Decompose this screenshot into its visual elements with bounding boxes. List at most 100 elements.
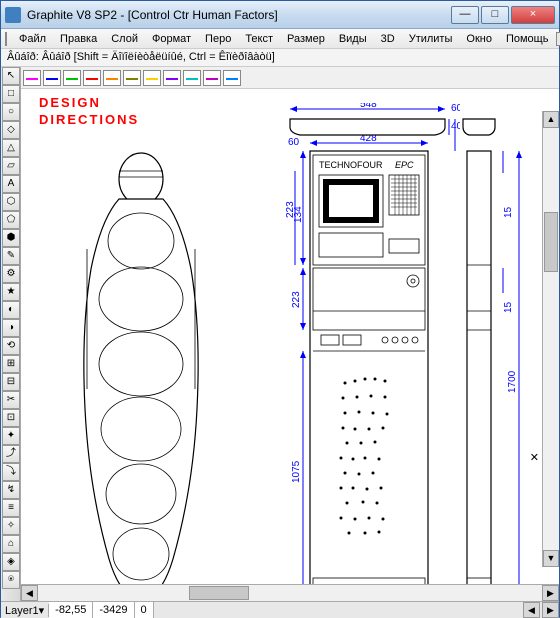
menu-help[interactable]: Помощь: [500, 31, 555, 47]
tool-button-27[interactable]: ◈: [2, 553, 20, 571]
svg-text:548: 548: [360, 103, 377, 110]
design-line2: DIRECTIONS: [39, 112, 139, 127]
tool-button-13[interactable]: ◐: [2, 301, 20, 319]
window-title: Graphite V8 SP2 - [Control Ctr Human Fac…: [27, 8, 451, 22]
titlebar[interactable]: Graphite V8 SP2 - [Control Ctr Human Fac…: [1, 1, 559, 29]
svg-text:TECHNOFOUR: TECHNOFOUR: [319, 160, 383, 170]
human-figure: [51, 149, 231, 584]
pen-swatch-1[interactable]: [43, 70, 61, 86]
menu-views[interactable]: Виды: [333, 31, 373, 47]
menu-window[interactable]: Окно: [460, 31, 498, 47]
hscroll-track[interactable]: [38, 585, 542, 601]
document-icon[interactable]: [5, 32, 7, 46]
tool-button-18[interactable]: ✂: [2, 391, 20, 409]
svg-text:15: 15: [503, 301, 514, 313]
mdi-minimize-button[interactable]: _: [556, 32, 560, 46]
scroll-right-button[interactable]: ▶: [542, 585, 559, 601]
menubar: Файл Правка Слой Формат Перо Текст Разме…: [1, 29, 559, 49]
scroll-end-right[interactable]: ▶: [542, 602, 559, 618]
main-area: ↖□○◇△▱A⬡⬠⬢✎⚙★◐◑⟲⊞⊟✂⊡✦⤴⤵↯≡✧⌂◈⍟ DESIGN DIR…: [1, 67, 559, 601]
tool-button-10[interactable]: ✎: [2, 247, 20, 265]
tool-button-28[interactable]: ⍟: [2, 571, 20, 589]
tool-button-25[interactable]: ✧: [2, 517, 20, 535]
tool-button-0[interactable]: ↖: [2, 67, 20, 85]
drawing-canvas[interactable]: DESIGN DIRECTIONS: [21, 89, 559, 584]
tool-button-26[interactable]: ⌂: [2, 535, 20, 553]
tool-button-8[interactable]: ⬠: [2, 211, 20, 229]
tool-button-3[interactable]: ◇: [2, 121, 20, 139]
scroll-left-button[interactable]: ◀: [21, 585, 38, 601]
pen-swatch-3[interactable]: [83, 70, 101, 86]
vscroll-track[interactable]: [543, 128, 559, 550]
menu-file[interactable]: Файл: [13, 31, 52, 47]
coord-y: -3429: [93, 602, 134, 618]
maximize-button[interactable]: □: [481, 6, 509, 24]
minimize-button[interactable]: —: [451, 6, 479, 24]
tool-button-6[interactable]: A: [2, 175, 20, 193]
coord-x: -82,55: [49, 602, 93, 618]
pen-swatch-7[interactable]: [163, 70, 181, 86]
design-label: DESIGN DIRECTIONS: [39, 95, 139, 129]
pen-swatch-2[interactable]: [63, 70, 81, 86]
tool-button-20[interactable]: ✦: [2, 427, 20, 445]
tool-button-23[interactable]: ↯: [2, 481, 20, 499]
design-line1: DESIGN: [39, 95, 139, 110]
canvas-marker: ✕: [530, 451, 539, 464]
svg-text:60: 60: [288, 137, 300, 148]
window-buttons: — □ ×: [451, 6, 555, 24]
menu-utilities[interactable]: Утилиты: [403, 31, 459, 47]
hint-bar: Âûáîð: Âûáîð [Shift = Äîïîëíèòåëüíûé, Ct…: [1, 49, 559, 67]
tool-button-11[interactable]: ⚙: [2, 265, 20, 283]
menu-format[interactable]: Формат: [146, 31, 197, 47]
scroll-up-button[interactable]: ▲: [543, 111, 559, 128]
hscroll-thumb[interactable]: [189, 586, 249, 600]
vscroll-thumb[interactable]: [544, 212, 558, 272]
canvas-wrap: DESIGN DIRECTIONS: [21, 67, 559, 601]
kiosk-side-view: 15 15 1700: [459, 103, 541, 584]
vertical-scrollbar: ▲ ▼: [542, 111, 559, 567]
svg-text:223: 223: [291, 291, 302, 308]
mdi-buttons: _ ❐ ×: [556, 32, 560, 46]
tool-button-7[interactable]: ⬡: [2, 193, 20, 211]
menu-text[interactable]: Текст: [239, 31, 279, 47]
svg-text:134: 134: [293, 206, 304, 223]
menu-edit[interactable]: Правка: [54, 31, 103, 47]
tool-button-12[interactable]: ★: [2, 283, 20, 301]
svg-text:EPC: EPC: [395, 160, 414, 170]
tool-button-22[interactable]: ⤵: [2, 463, 20, 481]
svg-text:15: 15: [503, 206, 514, 218]
menu-layer[interactable]: Слой: [105, 31, 144, 47]
pen-swatch-0[interactable]: [23, 70, 41, 86]
scroll-end-left[interactable]: ◀: [523, 602, 540, 618]
menu-3d[interactable]: 3D: [375, 31, 401, 47]
coord-z: 0: [135, 602, 154, 618]
pen-swatch-4[interactable]: [103, 70, 121, 86]
tool-button-2[interactable]: ○: [2, 103, 20, 121]
pen-swatch-5[interactable]: [123, 70, 141, 86]
tool-button-5[interactable]: ▱: [2, 157, 20, 175]
tool-button-4[interactable]: △: [2, 139, 20, 157]
tool-button-15[interactable]: ⟲: [2, 337, 20, 355]
menu-pen[interactable]: Перо: [199, 31, 237, 47]
layer-selector[interactable]: Layer1▾: [1, 604, 49, 617]
pen-swatch-9[interactable]: [203, 70, 221, 86]
menu-size[interactable]: Размер: [281, 31, 331, 47]
tool-button-9[interactable]: ⬢: [2, 229, 20, 247]
status-bar: Layer1▾ -82,55 -3429 0 ◀ ▶: [1, 601, 559, 618]
tool-button-24[interactable]: ≡: [2, 499, 20, 517]
tool-button-17[interactable]: ⊟: [2, 373, 20, 391]
pen-swatch-6[interactable]: [143, 70, 161, 86]
horizontal-scrollbar: ◀ ▶: [21, 584, 559, 601]
tool-palette: ↖□○◇△▱A⬡⬠⬢✎⚙★◐◑⟲⊞⊟✂⊡✦⤴⤵↯≡✧⌂◈⍟: [1, 67, 21, 601]
pen-swatch-10[interactable]: [223, 70, 241, 86]
close-button[interactable]: ×: [511, 6, 555, 24]
app-window: Graphite V8 SP2 - [Control Ctr Human Fac…: [0, 0, 560, 617]
scroll-down-button[interactable]: ▼: [543, 550, 559, 567]
tool-button-19[interactable]: ⊡: [2, 409, 20, 427]
tool-button-14[interactable]: ◑: [2, 319, 20, 337]
kiosk-front-view: 548 428 60 60 40 TECHNOFOUR EPC: [285, 103, 460, 584]
pen-swatch-8[interactable]: [183, 70, 201, 86]
tool-button-16[interactable]: ⊞: [2, 355, 20, 373]
tool-button-21[interactable]: ⤴: [2, 445, 20, 463]
tool-button-1[interactable]: □: [2, 85, 20, 103]
